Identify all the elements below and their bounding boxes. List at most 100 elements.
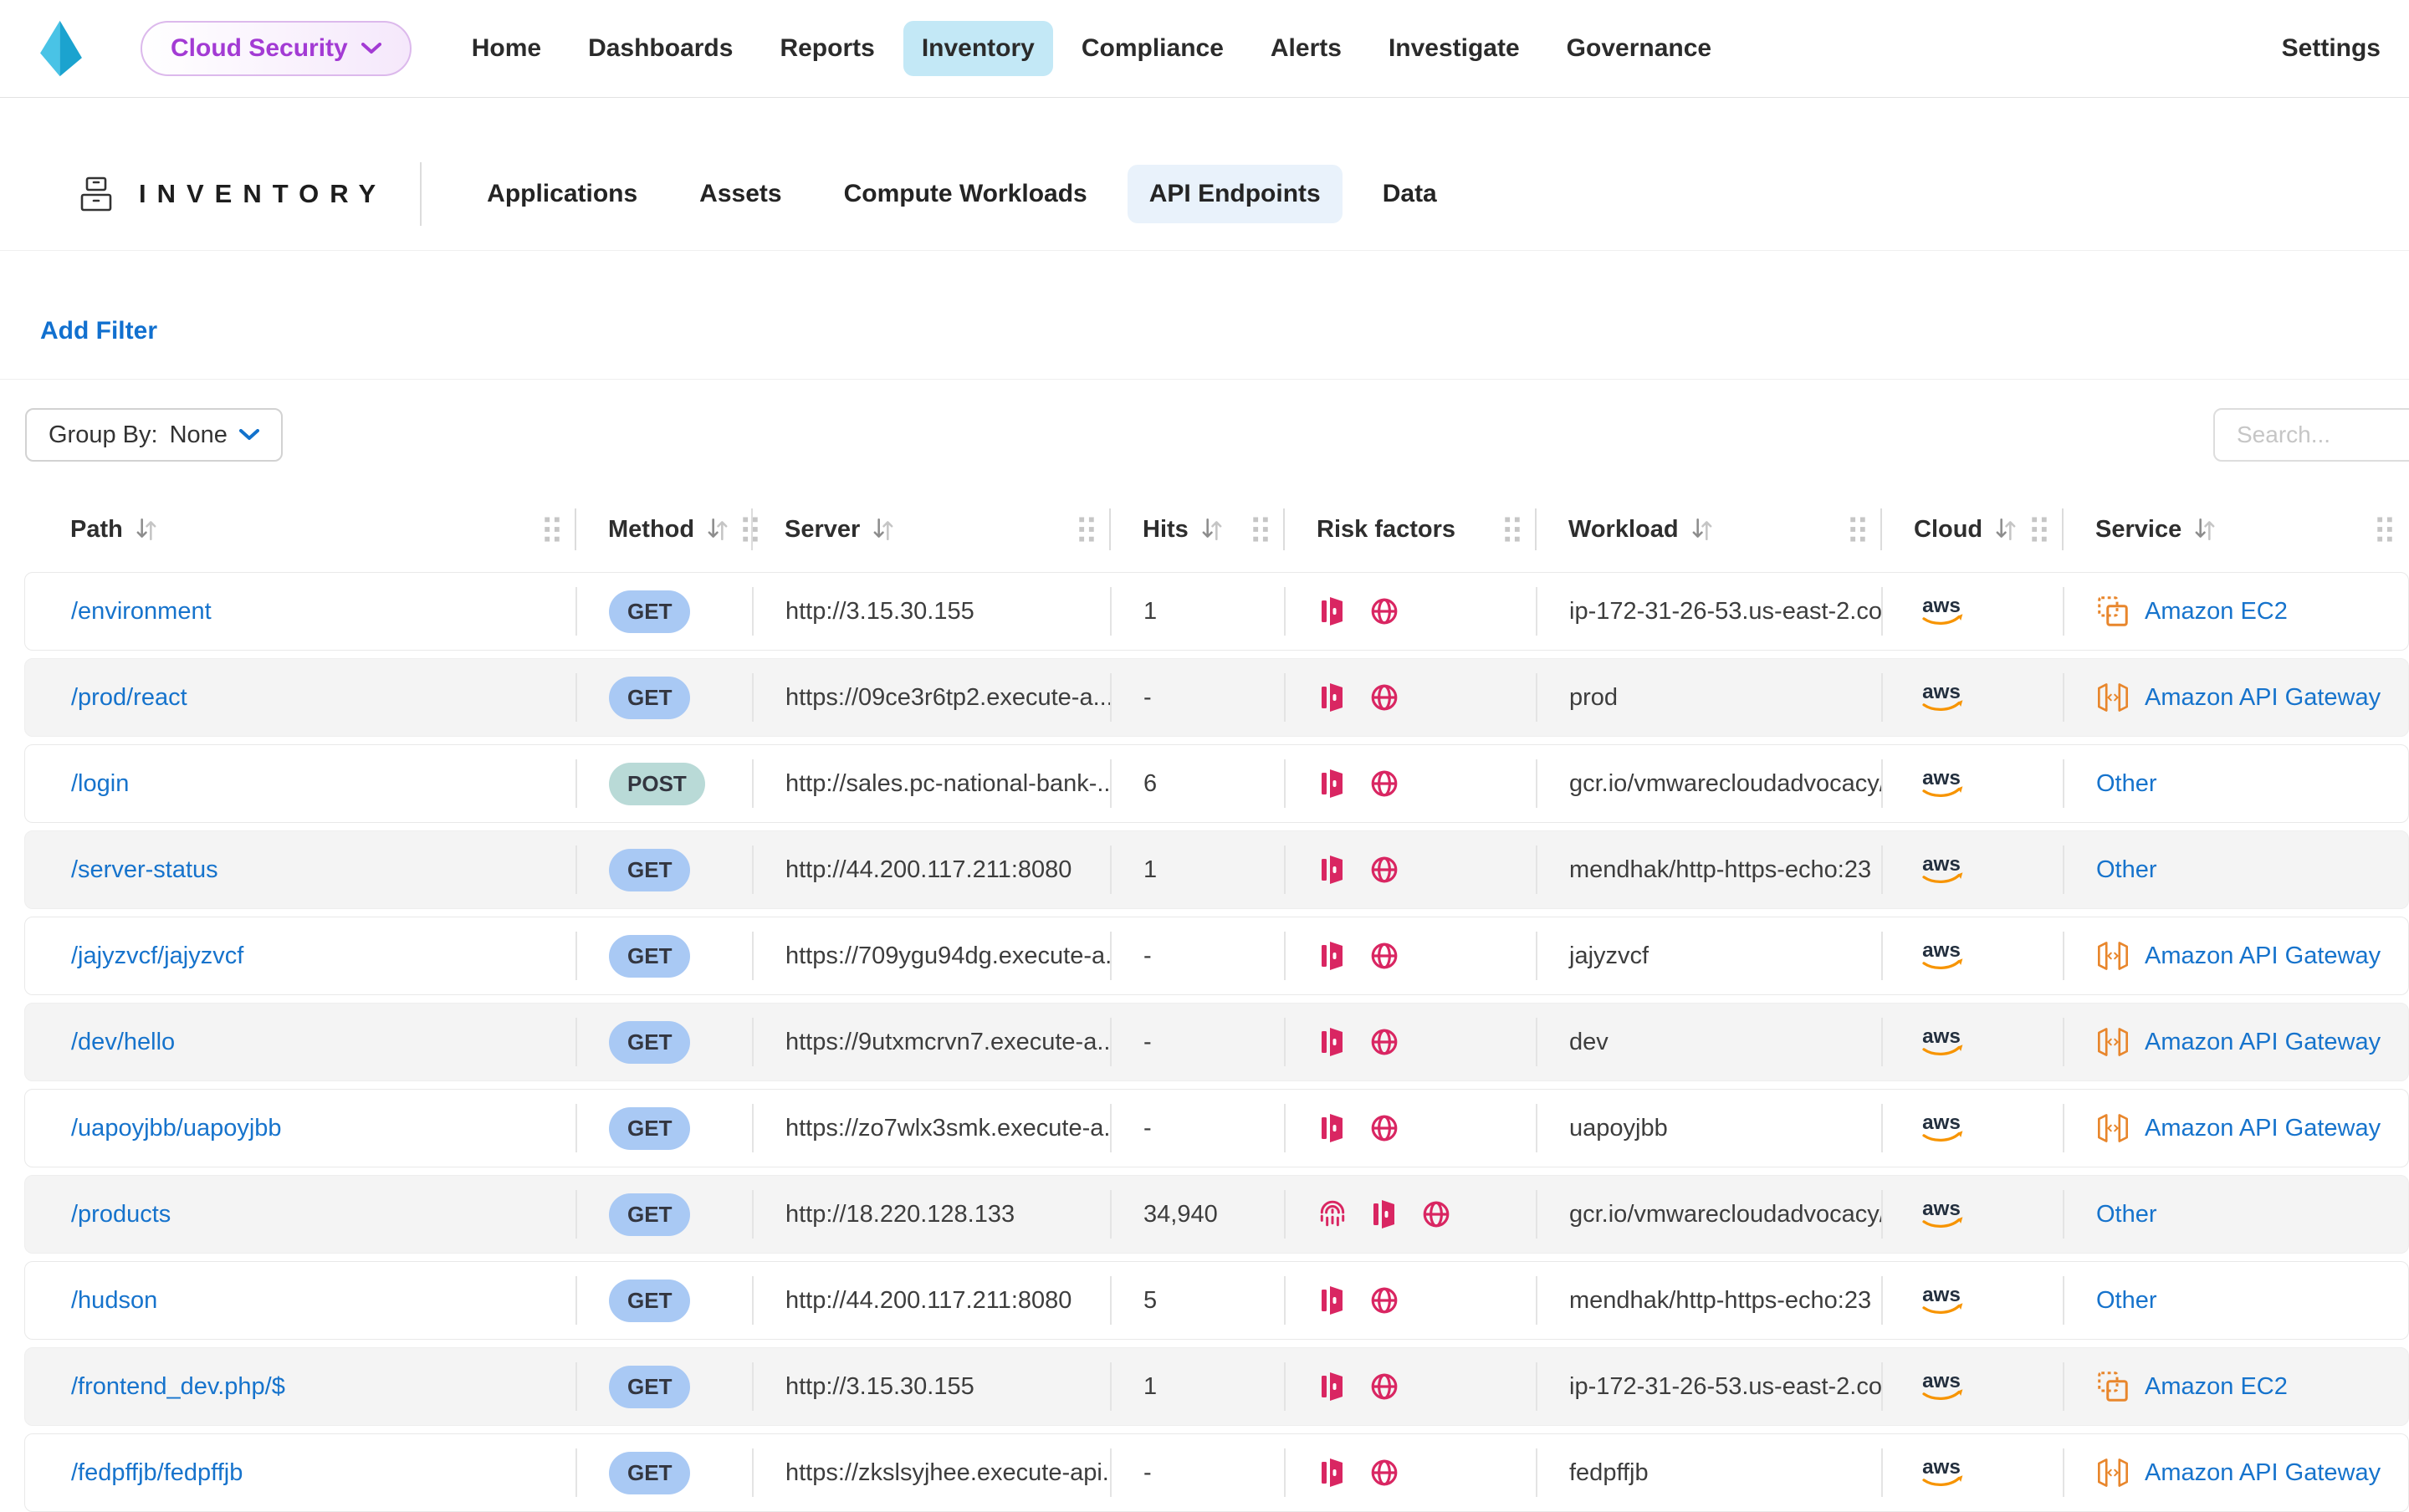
column-label: Path xyxy=(70,516,123,544)
path-link[interactable]: /uapoyjbb/uapoyjbb xyxy=(71,1115,282,1142)
tab-applications[interactable]: Applications xyxy=(465,165,659,223)
api-gateway-icon xyxy=(2096,682,2130,713)
column-header-cloud[interactable]: Cloud xyxy=(1882,508,2064,550)
path-link[interactable]: /login xyxy=(71,770,129,798)
tab-api-endpoints[interactable]: API Endpoints xyxy=(1128,165,1343,223)
tab-compute-workloads[interactable]: Compute Workloads xyxy=(822,165,1109,223)
path-link[interactable]: /hudson xyxy=(71,1287,157,1315)
hits-text: 1 xyxy=(1143,1373,1157,1401)
server-text: http://sales.pc-national-bank-... xyxy=(785,770,1112,798)
workload-text: mendhak/http-https-echo:23 xyxy=(1569,1287,1871,1315)
service-link[interactable]: Amazon EC2 xyxy=(2145,598,2288,626)
table-row[interactable]: /fedpffjb/fedpffjb GET https://zkslsyjhe… xyxy=(24,1433,2409,1512)
nav-item-alerts[interactable]: Alerts xyxy=(1252,21,1360,76)
service-cell: Other xyxy=(2064,1176,2409,1253)
nav-item-home[interactable]: Home xyxy=(453,21,560,76)
service-link[interactable]: Amazon API Gateway xyxy=(2145,942,2381,970)
service-cell: Amazon API Gateway xyxy=(2064,1090,2409,1167)
path-cell: /products xyxy=(25,1176,577,1253)
server-cell: http://44.200.117.211:8080 xyxy=(754,831,1112,908)
table-row[interactable]: /jajyzvcf/jajyzvcf GET https://709ygu94d… xyxy=(24,917,2409,995)
sort-icon[interactable] xyxy=(872,516,895,543)
path-link[interactable]: /jajyzvcf/jajyzvcf xyxy=(71,942,243,970)
table-row[interactable]: /uapoyjbb/uapoyjbb GET https://zo7wlx3sm… xyxy=(24,1089,2409,1167)
column-header-risk-factors[interactable]: Risk factors xyxy=(1285,508,1537,550)
column-header-hits[interactable]: Hits xyxy=(1111,508,1285,550)
column-header-workload[interactable]: Workload xyxy=(1537,508,1882,550)
sort-icon[interactable] xyxy=(1690,516,1714,543)
column-label: Server xyxy=(785,516,860,544)
tab-data[interactable]: Data xyxy=(1361,165,1459,223)
sort-icon[interactable] xyxy=(135,516,158,543)
server-cell: https://zo7wlx3smk.execute-a... xyxy=(754,1090,1112,1167)
nav-item-governance[interactable]: Governance xyxy=(1548,21,1730,76)
path-link[interactable]: /prod/react xyxy=(71,684,187,712)
service-link[interactable]: Amazon EC2 xyxy=(2145,1373,2288,1401)
path-cell: /frontend_dev.php/$ xyxy=(25,1348,577,1425)
hits-text: - xyxy=(1143,1115,1152,1142)
nav-item-investigate[interactable]: Investigate xyxy=(1370,21,1538,76)
table-row[interactable]: /login POST http://sales.pc-national-ban… xyxy=(24,744,2409,823)
table-row[interactable]: /environment GET http://3.15.30.155 1 xyxy=(24,572,2409,651)
path-link[interactable]: /frontend_dev.php/$ xyxy=(71,1373,285,1401)
drag-handle-icon[interactable] xyxy=(1503,516,1522,543)
table-row[interactable]: /frontend_dev.php/$ GET http://3.15.30.1… xyxy=(24,1347,2409,1426)
add-filter-button[interactable]: Add Filter xyxy=(40,317,157,345)
open-door-icon xyxy=(1317,941,1348,971)
hits-text: 1 xyxy=(1143,856,1157,884)
service-link[interactable]: Amazon API Gateway xyxy=(2145,1459,2381,1487)
search-input[interactable] xyxy=(2213,408,2409,462)
table-row[interactable]: /hudson GET http://44.200.117.211:8080 5 xyxy=(24,1261,2409,1340)
drag-handle-icon[interactable] xyxy=(1849,516,1867,543)
drag-handle-icon[interactable] xyxy=(2030,516,2048,543)
page-header: INVENTORY Applications Assets Compute Wo… xyxy=(0,98,2409,251)
api-gateway-icon xyxy=(2096,940,2130,972)
open-door-icon xyxy=(1317,769,1348,799)
tab-assets[interactable]: Assets xyxy=(678,165,803,223)
sort-icon[interactable] xyxy=(2193,516,2217,543)
service-link[interactable]: Amazon API Gateway xyxy=(2145,1115,2381,1142)
table-row[interactable]: /server-status GET http://44.200.117.211… xyxy=(24,830,2409,909)
nav-item-settings[interactable]: Settings xyxy=(2282,34,2381,63)
path-link[interactable]: /environment xyxy=(71,598,212,626)
service-link[interactable]: Amazon API Gateway xyxy=(2145,684,2381,712)
column-header-path[interactable]: Path xyxy=(24,508,576,550)
nav-item-reports[interactable]: Reports xyxy=(761,21,893,76)
risk-factors-cell xyxy=(1286,1348,1537,1425)
group-by-dropdown[interactable]: Group By: None xyxy=(25,408,283,462)
path-link[interactable]: /products xyxy=(71,1201,171,1228)
api-gateway-icon xyxy=(2096,1457,2130,1489)
nav-item-dashboards[interactable]: Dashboards xyxy=(570,21,751,76)
sort-icon[interactable] xyxy=(1994,516,2018,543)
drag-handle-icon[interactable] xyxy=(1077,516,1096,543)
path-link[interactable]: /fedpffjb/fedpffjb xyxy=(71,1459,243,1487)
column-header-server[interactable]: Server xyxy=(753,508,1111,550)
hits-cell: 34,940 xyxy=(1112,1176,1286,1253)
table-row[interactable]: /prod/react GET https://09ce3r6tp2.execu… xyxy=(24,658,2409,737)
hits-cell: - xyxy=(1112,659,1286,736)
sort-icon[interactable] xyxy=(706,516,729,543)
table-row[interactable]: /dev/hello GET https://9utxmcrvn7.execut… xyxy=(24,1003,2409,1081)
table-row[interactable]: /products GET http://18.220.128.133 34,9… xyxy=(24,1175,2409,1254)
fingerprint-icon xyxy=(1317,1199,1348,1229)
service-link[interactable]: Other xyxy=(2096,856,2157,884)
path-link[interactable]: /dev/hello xyxy=(71,1029,175,1056)
drag-handle-icon[interactable] xyxy=(2376,516,2394,543)
column-header-service[interactable]: Service xyxy=(2064,508,2409,550)
server-text: http://44.200.117.211:8080 xyxy=(785,1287,1072,1315)
hits-text: 5 xyxy=(1143,1287,1157,1315)
service-link[interactable]: Amazon API Gateway xyxy=(2145,1029,2381,1056)
drag-handle-icon[interactable] xyxy=(1251,516,1270,543)
sort-icon[interactable] xyxy=(1200,516,1224,543)
server-text: https://zo7wlx3smk.execute-a... xyxy=(785,1115,1112,1142)
nav-item-inventory[interactable]: Inventory xyxy=(903,21,1053,76)
service-link[interactable]: Other xyxy=(2096,770,2157,798)
nav-item-compliance[interactable]: Compliance xyxy=(1063,21,1242,76)
drag-handle-icon[interactable] xyxy=(543,516,561,543)
service-link[interactable]: Other xyxy=(2096,1287,2157,1315)
globe-icon xyxy=(1369,769,1399,799)
column-header-method[interactable]: Method xyxy=(576,508,753,550)
path-link[interactable]: /server-status xyxy=(71,856,218,884)
product-switcher[interactable]: Cloud Security xyxy=(141,21,412,76)
service-link[interactable]: Other xyxy=(2096,1201,2157,1228)
